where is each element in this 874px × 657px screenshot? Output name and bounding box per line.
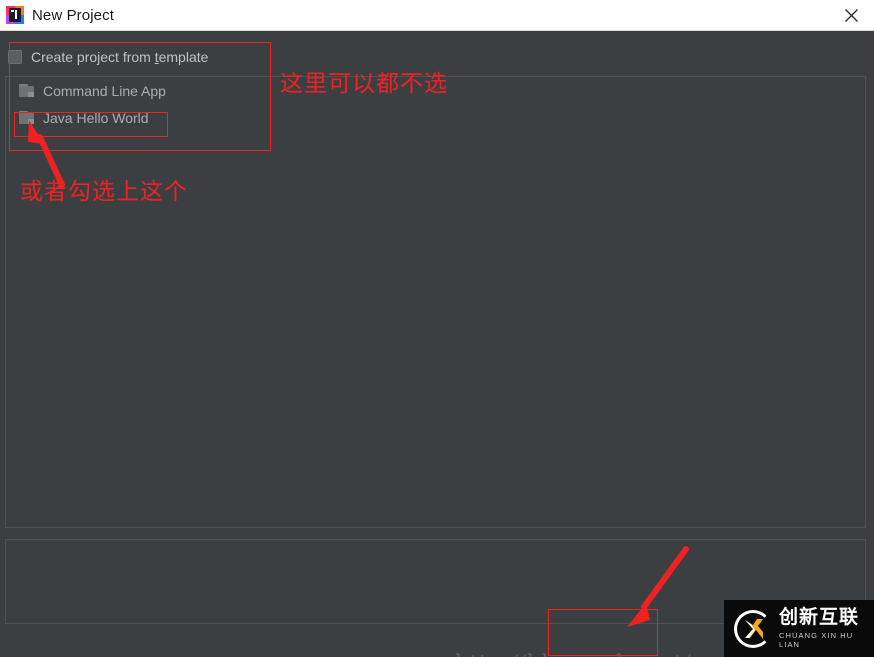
brand-logo-badge: 创新互联 CHUANG XIN HU LIAN [724,600,874,657]
list-item[interactable]: Command Line App [6,77,865,104]
template-label-prefix: Create project from [31,49,155,65]
folder-icon [19,111,35,124]
list-item[interactable]: Java Hello World [6,104,865,131]
list-item-label: Java Hello World [43,109,149,126]
window-title: New Project [32,6,114,24]
circle-x-logo-icon [734,609,772,648]
create-from-template-row[interactable]: Create project from template [8,47,208,67]
list-item-label: Command Line App [43,82,166,99]
titlebar: New Project [0,0,874,31]
folder-icon [19,84,35,97]
close-icon[interactable] [828,0,874,30]
intellij-idea-icon [6,6,24,24]
template-label-suffix: emplate [158,49,209,65]
dialog-body: Create project from template Command Lin… [0,31,874,657]
new-project-dialog: New Project Create project from template… [0,0,874,657]
brand-logo-text: 创新互联 CHUANG XIN HU LIAN [779,606,874,649]
brand-name-pinyin: CHUANG XIN HU LIAN [779,630,854,649]
template-list-panel[interactable]: Command Line App Java Hello World [5,76,866,528]
create-from-template-label: Create project from template [31,49,208,65]
brand-name-cn: 创新互联 [779,606,860,629]
create-from-template-checkbox[interactable] [8,50,22,64]
